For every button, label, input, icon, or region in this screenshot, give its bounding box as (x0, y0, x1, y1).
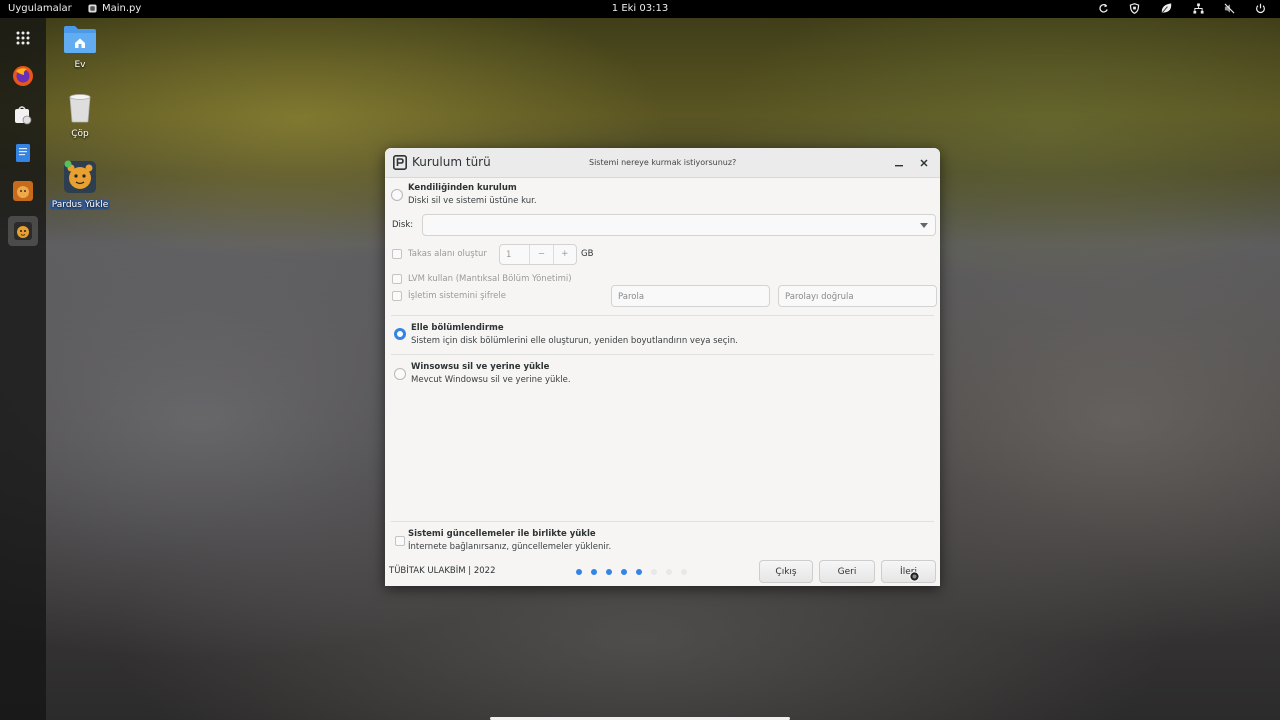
leaf-icon[interactable] (1160, 2, 1173, 15)
applications-menu[interactable]: Uygulamalar (8, 3, 72, 14)
swap-checkbox[interactable] (392, 249, 402, 259)
step-dot (666, 569, 672, 575)
busy-cursor-icon (909, 571, 920, 582)
installer-logo-icon (393, 155, 407, 170)
quit-button[interactable]: Çıkış (759, 560, 813, 583)
top-bar: Uygulamalar Main.py 1 Eki 03:13 (0, 0, 1280, 18)
dock-pardus-app[interactable] (8, 176, 38, 206)
system-tray (1098, 2, 1266, 15)
install-updates-desc: İnternete bağlanırsanız, güncellemeler y… (408, 542, 612, 552)
manual-partition-desc: Sistem için disk bölümlerini elle oluştu… (411, 336, 738, 346)
dialog-titlebar[interactable]: Kurulum türü Sistemi nereye kurmak istiy… (385, 148, 940, 178)
desktop-icon-pardus-install[interactable]: Pardus Yükle (48, 160, 112, 210)
close-button[interactable] (915, 154, 933, 172)
password-confirm-field[interactable]: Parolayı doğrula (778, 285, 937, 307)
installer-dialog: Kurulum türü Sistemi nereye kurmak istiy… (385, 148, 940, 586)
dock-software-center[interactable] (8, 100, 38, 130)
step-dot (651, 569, 657, 575)
active-app-menu[interactable]: Main.py (88, 3, 141, 14)
lvm-checkbox[interactable] (392, 274, 402, 284)
replace-windows-desc: Mevcut Windowsu sil ve yerine yükle. (411, 375, 571, 385)
desktop-icon-label: Ev (74, 60, 86, 70)
clock[interactable]: 1 Eki 03:13 (612, 3, 668, 14)
lvm-label: LVM kullan (Mantıksal Bölüm Yönetimi) (408, 274, 572, 284)
dialog-title: Kurulum türü (412, 155, 491, 169)
trash-icon (69, 94, 91, 123)
install-updates-checkbox[interactable] (395, 536, 405, 546)
software-center-icon (15, 106, 32, 125)
text-editor-icon (16, 144, 30, 162)
close-icon (920, 159, 928, 167)
disk-select[interactable] (422, 214, 936, 236)
separator (391, 354, 934, 355)
network-icon[interactable] (1193, 3, 1204, 14)
swap-decrease-button[interactable]: − (529, 245, 552, 264)
step-dot (576, 569, 582, 575)
disk-label: Disk: (392, 220, 414, 230)
step-dot (636, 569, 642, 575)
swap-size-value[interactable]: 1 (500, 245, 529, 264)
dock-text-editor[interactable] (8, 138, 38, 168)
swap-label: Takas alanı oluştur (408, 249, 487, 259)
auto-install-desc: Diski sil ve sistemi üstüne kur. (408, 196, 537, 206)
python-app-icon (88, 4, 97, 13)
firefox-icon (13, 66, 33, 86)
shield-icon[interactable] (1129, 3, 1140, 14)
separator (391, 315, 934, 316)
dialog-subtitle: Sistemi nereye kurmak istiyorsunuz? (589, 158, 737, 167)
pardus-app-icon (13, 181, 33, 201)
separator (391, 521, 934, 522)
swap-unit: GB (581, 249, 594, 259)
footer-text: TÜBİTAK ULAKBİM | 2022 (389, 566, 496, 576)
password-field[interactable]: Parola (611, 285, 770, 307)
dock-pardus-installer[interactable] (8, 216, 38, 246)
step-dot (621, 569, 627, 575)
step-dot (606, 569, 612, 575)
step-dot (681, 569, 687, 575)
step-dot (591, 569, 597, 575)
replace-windows-radio[interactable] (394, 368, 406, 380)
minimize-button[interactable] (890, 154, 908, 172)
manual-partition-radio[interactable] (394, 328, 406, 340)
volume-muted-icon[interactable] (1224, 3, 1235, 14)
dock (0, 18, 46, 720)
pardus-installer-icon (64, 160, 96, 193)
dock-firefox[interactable] (8, 61, 38, 91)
app-grid-icon (16, 31, 30, 45)
swap-increase-button[interactable]: + (552, 245, 576, 264)
minimize-icon (895, 165, 903, 167)
replace-windows-title: Winsowsu sil ve yerine yükle (411, 362, 550, 372)
app-grid-button[interactable] (8, 23, 38, 53)
desktop-icon-label: Çöp (71, 129, 89, 139)
desktop-icon-label: Pardus Yükle (49, 200, 111, 210)
manual-partition-title: Elle bölümlendirme (411, 323, 504, 333)
encrypt-checkbox[interactable] (392, 291, 402, 301)
power-icon[interactable] (1255, 3, 1266, 14)
password-confirm-placeholder: Parolayı doğrula (785, 292, 854, 302)
chevron-down-icon (920, 223, 928, 228)
home-folder-icon (64, 26, 96, 53)
pardus-installer-icon (14, 222, 32, 240)
desktop-icon-trash[interactable]: Çöp (48, 93, 112, 139)
auto-install-title: Kendiliğinden kurulum (408, 183, 517, 193)
back-button[interactable]: Geri (819, 560, 875, 583)
desktop-icon-home[interactable]: Ev (48, 24, 112, 70)
install-updates-title: Sistemi güncellemeler ile birlikte yükle (408, 529, 596, 539)
auto-install-radio[interactable] (391, 189, 403, 201)
swap-size-spinner[interactable]: 1 − + (499, 244, 577, 265)
password-placeholder: Parola (618, 292, 645, 302)
active-app-name: Main.py (102, 3, 142, 14)
encrypt-label: İşletim sistemini şifrele (408, 291, 506, 301)
refresh-icon[interactable] (1098, 3, 1109, 14)
